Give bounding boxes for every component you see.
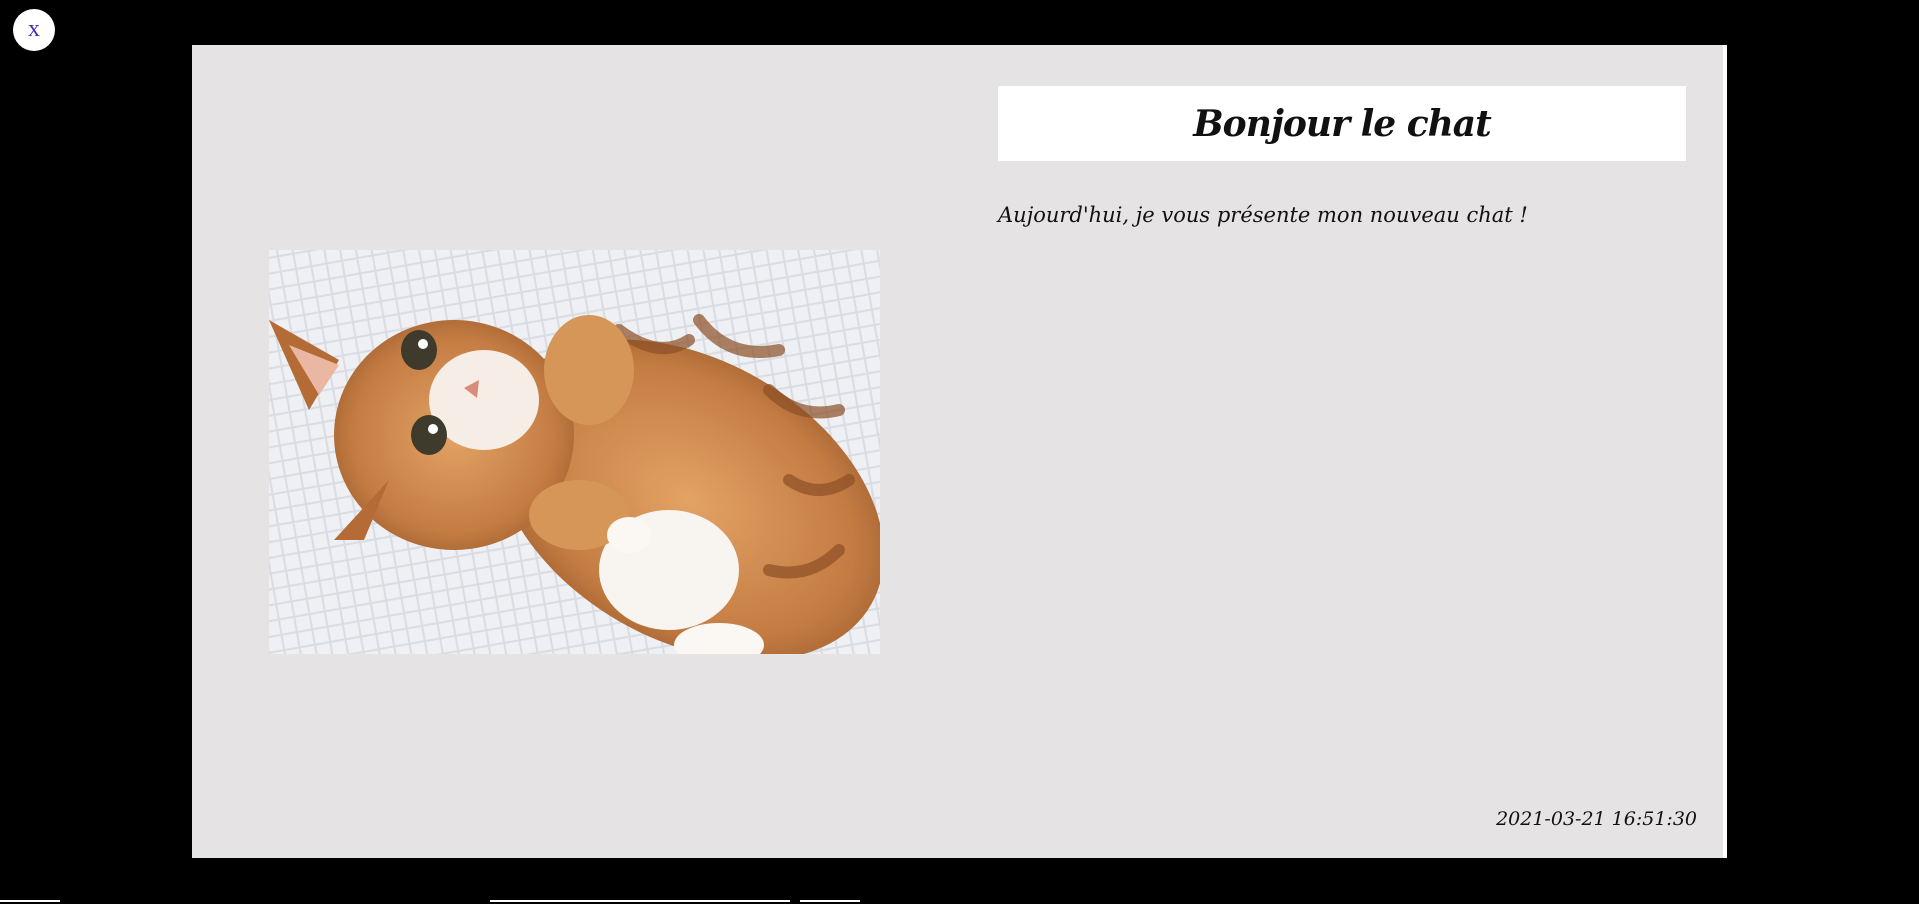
- post-title-box: Bonjour le chat: [998, 86, 1686, 161]
- close-button[interactable]: x: [13, 9, 55, 51]
- post-text: Aujourd'hui, je vous présente mon nouvea…: [998, 203, 1528, 227]
- close-icon: x: [28, 16, 40, 42]
- post-timestamp: 2021-03-21 16:51:30: [1496, 808, 1697, 830]
- post-title: Bonjour le chat: [1193, 102, 1491, 145]
- bottom-divider: [0, 900, 1919, 904]
- kitten-photo: [269, 250, 880, 654]
- post-modal: Bonjour le chat Aujourd'hui, je vous pré…: [192, 45, 1727, 858]
